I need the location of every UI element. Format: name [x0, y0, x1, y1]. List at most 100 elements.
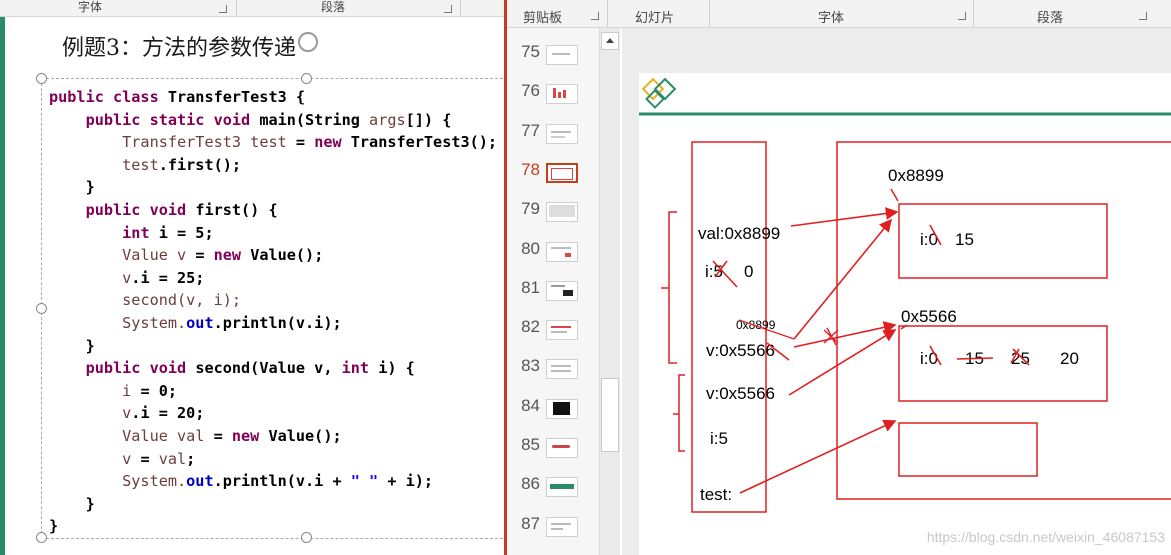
second-frame-brace — [661, 211, 677, 364]
paragraph-group-label: 段落 — [321, 0, 346, 14]
object2-address: 0x5566 — [901, 307, 957, 326]
slide-thumbnail[interactable] — [546, 398, 578, 419]
slide-thumbnail[interactable] — [546, 241, 578, 262]
code-token: args — [369, 110, 406, 129]
font-dialog-launcher-icon[interactable] — [219, 5, 227, 13]
slide-thumbnail[interactable] — [546, 359, 578, 380]
slide-number: 76 — [521, 81, 540, 101]
code-token: } — [49, 494, 95, 513]
code-line: v.i = 25; — [49, 267, 504, 290]
code-token: test — [250, 133, 287, 152]
code-token: Value — [49, 426, 178, 445]
code-line: public class TransferTest3 { — [49, 86, 504, 109]
slide-thumbnail[interactable] — [546, 280, 578, 301]
slide-drawing: val:0x8899 i:5 0 0x8899 v:0x5566 v:0x556… — [639, 77, 1171, 513]
watermark: https://blog.csdn.net/weixin_46087153 — [926, 529, 1165, 545]
code-token: " " — [350, 472, 379, 491]
code-token: v — [49, 404, 132, 423]
left-ribbon: 字体 段落 — [0, 0, 504, 17]
slide-thumbnail[interactable] — [546, 84, 578, 105]
code-token: v — [49, 449, 132, 468]
slide-thumbnail[interactable] — [546, 45, 578, 65]
code-token: val — [158, 449, 187, 468]
slide-number: 87 — [521, 513, 540, 533]
resize-handle[interactable] — [36, 73, 47, 84]
code-token: = — [286, 133, 315, 152]
object2-field: i:0 — [920, 349, 938, 368]
code-line: TransferTest3 test = new TransferTest3()… — [49, 131, 504, 154]
code-line: public static void main(String args[]) { — [49, 109, 504, 132]
thumbnail-scrollbar[interactable] — [599, 28, 620, 555]
first-frame-brace — [673, 374, 685, 452]
slide-thumbnail[interactable] — [546, 202, 578, 223]
code-line: i = 0; — [49, 380, 504, 403]
heap-box — [836, 141, 1171, 500]
code-token: val — [177, 426, 205, 445]
slide-number: 86 — [521, 474, 540, 494]
code-token: + i); — [378, 472, 434, 491]
paragraph-launcher-icon[interactable] — [1139, 12, 1147, 20]
code-token: .println(v.i); — [213, 313, 342, 332]
clipboard-launcher-icon[interactable] — [591, 12, 599, 20]
scrollbar-thumb[interactable] — [601, 378, 619, 452]
slide-thumbnail[interactable] — [546, 477, 578, 498]
code-token: new — [231, 426, 269, 445]
slide-thumbnail[interactable] — [546, 516, 578, 537]
code-block: public class TransferTest3 { public stat… — [49, 86, 504, 538]
paragraph-dialog-launcher-icon[interactable] — [444, 5, 452, 13]
code-token: v — [177, 246, 187, 265]
scroll-up-button[interactable] — [601, 32, 619, 50]
font-launcher-icon[interactable] — [958, 12, 966, 20]
object1-address: 0x8899 — [888, 166, 944, 185]
code-token: Value(); — [268, 426, 342, 445]
object2-value-20: 20 — [1060, 349, 1079, 368]
code-token: = — [204, 426, 232, 445]
code-line: } — [49, 515, 504, 538]
code-token: int — [341, 359, 379, 378]
code-token: out — [186, 313, 214, 332]
code-token: .i = 25; — [131, 268, 205, 287]
paragraph-group-label: 段落 — [1037, 11, 1064, 26]
code-token: System. — [49, 313, 187, 332]
code-line: System.out.println(v.i); — [49, 312, 504, 335]
slide-number: 85 — [521, 435, 540, 454]
slide-number: 83 — [521, 356, 540, 376]
slide-number: 79 — [521, 199, 540, 219]
slide-thumbnail[interactable] — [546, 162, 578, 183]
code-line: } — [49, 176, 504, 199]
code-token: first() { — [195, 200, 278, 219]
code-token: = — [131, 449, 159, 468]
slide-number: 78 — [521, 159, 540, 179]
ribbon-divider — [973, 0, 974, 27]
slide-thumbnail[interactable] — [546, 123, 578, 144]
code-token: public static void — [85, 110, 260, 129]
code-line: v = val; — [49, 448, 504, 471]
code-token: .println(v.i + — [213, 472, 351, 491]
resize-handle[interactable] — [301, 73, 312, 84]
left-window: 字体 段落 例题3：方法的参数传递 public class TransferT… — [0, 0, 504, 555]
right-ribbon: 剪贴板 幻灯片 字体 段落 — [507, 0, 1171, 28]
slide-title: 例题3：方法的参数传递 — [62, 36, 296, 61]
small-address-label: 0x8899 — [736, 318, 776, 332]
slide-number: 80 — [521, 238, 540, 258]
slides-group-label: 幻灯片 — [635, 11, 675, 26]
code-line: } — [49, 493, 504, 516]
test-label: test: — [700, 485, 732, 504]
code-token: TransferTest3 — [49, 133, 251, 152]
code-token: } — [49, 178, 95, 197]
slide-thumbnail[interactable] — [546, 320, 578, 341]
font-group-label: 字体 — [78, 0, 103, 14]
code-token: second(v, i); — [122, 291, 242, 310]
resize-handle[interactable] — [36, 532, 47, 543]
resize-handle[interactable] — [36, 303, 47, 314]
ribbon-divider — [236, 0, 237, 16]
rotate-handle-icon[interactable] — [298, 32, 318, 52]
address-tick — [890, 188, 899, 202]
slide-thumbnail[interactable] — [546, 438, 578, 458]
slide-number: 75 — [521, 42, 540, 61]
code-token: System. — [49, 472, 187, 491]
code-token: Value(); — [250, 246, 324, 265]
chevron-up-icon — [606, 38, 614, 43]
code-token: test — [49, 155, 159, 174]
